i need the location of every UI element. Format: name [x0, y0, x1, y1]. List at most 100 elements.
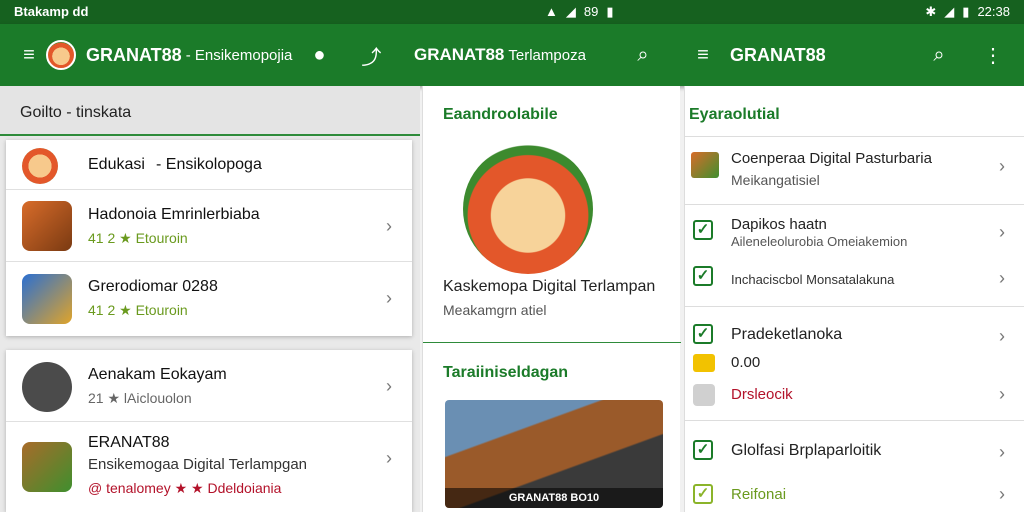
- status-left-text: Btakamp dd: [14, 4, 89, 19]
- list-item-title: ERANAT88: [88, 434, 170, 451]
- list-item-title: Reifonai: [731, 486, 787, 503]
- list-item-title: Coenperaa Digital Pasturbaria: [731, 150, 932, 167]
- panel-featured: Eaandroolabile Kaskemopa Digital Terlamp…: [422, 86, 681, 512]
- checkbox-checked-icon[interactable]: ✓: [693, 266, 713, 286]
- section-title: Eaandroolabile: [443, 106, 558, 123]
- list-item[interactable]: ✓ Dapikos haatn Aileneleolurobia Omeiake…: [685, 212, 1024, 252]
- panel-categories: Goilto - tinskata Edukasi - Ensikolopoga…: [0, 86, 420, 512]
- divider: [685, 136, 1024, 137]
- list-item[interactable]: ✓ Glolfasi Brplaparloitik ›: [685, 434, 1024, 470]
- status-mid-text: 89: [583, 4, 599, 19]
- app-bar-mid-search: ⌕: [630, 24, 656, 86]
- list-item[interactable]: Hadonoia Emrinlerbiaba 41 2 ★ Etouroin ›: [6, 190, 412, 262]
- clock: 22:38: [977, 4, 1010, 19]
- featured-subtitle: Meakamgrn atiel: [443, 302, 547, 318]
- list-item-subtitle: 41 2 ★ Etouroin: [88, 230, 188, 246]
- mascot-icon: [22, 148, 58, 184]
- divider: [685, 204, 1024, 205]
- list-item-value: 0.00: [731, 354, 761, 371]
- featured-image[interactable]: GRANAT88 BO10: [445, 400, 663, 508]
- avatar: [22, 362, 72, 412]
- chevron-right-icon: ›: [999, 222, 1005, 242]
- chevron-right-icon: ›: [999, 326, 1005, 346]
- list-item-subtitle: Ensikemogaa Digital Terlampgan: [88, 456, 308, 473]
- list-item[interactable]: Aenakam Eokayam 21 ★ lAiclouolon ›: [6, 350, 412, 422]
- chevron-right-icon: ›: [386, 216, 392, 236]
- list-item-title: Edukasi: [88, 156, 145, 173]
- list-item[interactable]: Edukasi - Ensikolopoga: [6, 140, 412, 190]
- list-item[interactable]: ERANAT88 Ensikemogaa Digital Terlampgan …: [6, 422, 412, 512]
- app-subtitle: - Ensikemopojia: [185, 46, 293, 64]
- wifi-icon: ◢: [944, 4, 955, 19]
- status-bar: Btakamp dd ▲ ◢ 89 ▮ ✱ ◢ ▮ 22:38: [0, 0, 1024, 24]
- panel-details: Eyaraolutial Coenperaa Digital Pasturbar…: [684, 86, 1024, 512]
- list-item-title: Dapikos haatn: [731, 216, 827, 233]
- app-bar-right: ≡ GRANAT88: [690, 24, 826, 86]
- section-title: Taraiiniseldagan: [443, 364, 569, 381]
- list-item-subtitle: Inchaciscbol Monsatalakuna: [731, 272, 895, 287]
- app-thumbnail: [22, 201, 72, 251]
- divider: [685, 306, 1024, 307]
- checkbox-checked-icon[interactable]: ✓: [693, 220, 713, 240]
- list-item[interactable]: ✓ Inchaciscbol Monsatalakuna ›: [685, 256, 1024, 296]
- chevron-right-icon: ›: [999, 268, 1005, 288]
- app-title: GRANAT88: [414, 45, 505, 64]
- list-item[interactable]: 0.00: [685, 350, 1024, 378]
- battery-icon: ▮: [962, 4, 970, 19]
- app-thumbnail: [691, 152, 719, 178]
- list-item[interactable]: Grerodiomar 0288 41 2 ★ Etouroin ›: [6, 262, 412, 336]
- list-item-title: Pradeketlanoka: [731, 326, 843, 343]
- section-title: Eyaraolutial: [689, 106, 780, 123]
- list-item-subtitle: Aileneleolurobia Omeiakemion: [731, 234, 908, 249]
- share-icon[interactable]: ⤴: [358, 42, 384, 69]
- settings-icon: [693, 384, 715, 406]
- list-item-title: Drsleocik: [731, 386, 793, 403]
- list-item[interactable]: ✓ Pradeketlanoka ›: [685, 318, 1024, 354]
- chevron-right-icon: ›: [386, 376, 392, 396]
- mascot-image: [463, 144, 593, 274]
- status-right: ✱ ◢ ▮ 22:38: [925, 4, 1010, 20]
- divider: [423, 342, 681, 343]
- menu-icon[interactable]: ≡: [16, 42, 42, 68]
- chevron-right-icon: ›: [386, 448, 392, 468]
- list-item-subtitle: 41 2 ★ Etouroin: [88, 302, 188, 318]
- checkbox-checked-icon[interactable]: ✓: [693, 484, 713, 504]
- battery-icon: ▮: [606, 4, 614, 19]
- list-item-title: Glolfasi Brplaparloitik: [731, 442, 882, 459]
- app-bar: ≡ GRANAT88 - Ensikemopojia ● ⤴ GRANAT88 …: [0, 24, 1024, 86]
- category-card: Aenakam Eokayam 21 ★ lAiclouolon › ERANA…: [6, 350, 412, 512]
- signal-icon: ▲: [545, 4, 558, 19]
- list-item[interactable]: Coenperaa Digital Pasturbaria Meikangati…: [685, 142, 1024, 202]
- search-icon[interactable]: ⌕: [630, 42, 656, 68]
- list-item[interactable]: Drsleocik ›: [685, 380, 1024, 410]
- overflow-menu-icon[interactable]: ⋮: [980, 42, 1006, 68]
- chevron-right-icon: ›: [386, 288, 392, 308]
- app-bar-right-actions: ⌕ ⋮: [926, 24, 1006, 86]
- app-bar-mid: GRANAT88 Terlampoza: [414, 24, 586, 86]
- app-subtitle: Terlampoza: [508, 46, 586, 64]
- app-title: GRANAT88: [730, 44, 826, 65]
- app-title: GRANAT88: [86, 44, 182, 65]
- list-item[interactable]: ✓ Reifonai ›: [685, 478, 1024, 512]
- search-icon[interactable]: ⌕: [926, 42, 952, 68]
- featured-title[interactable]: Kaskemopa Digital Terlampan: [443, 278, 655, 296]
- coin-icon: [693, 354, 715, 372]
- list-item-extra: @ tenalomey ★ ★ Ddeldoiania: [88, 480, 282, 496]
- list-item-title: Hadonoia Emrinlerbiaba: [88, 206, 260, 223]
- chevron-right-icon: ›: [999, 442, 1005, 462]
- section-header: Goilto - tinskata: [0, 86, 420, 136]
- chevron-right-icon: ›: [999, 484, 1005, 504]
- checkbox-checked-icon[interactable]: ✓: [693, 440, 713, 460]
- menu-icon[interactable]: ≡: [690, 42, 716, 68]
- list-item-title: Grerodiomar 0288: [88, 278, 218, 295]
- list-item-title: Aenakam Eokayam: [88, 366, 227, 383]
- checkbox-checked-icon[interactable]: ✓: [693, 324, 713, 344]
- list-item-subtitle: Meikangatisiel: [731, 172, 820, 188]
- wifi-icon: ◢: [565, 4, 576, 19]
- divider: [685, 420, 1024, 421]
- chevron-right-icon: ›: [999, 156, 1005, 176]
- chevron-right-icon: ›: [999, 384, 1005, 404]
- account-icon[interactable]: ●: [306, 42, 332, 68]
- list-item-subtitle: 21 ★ lAiclouolon: [88, 390, 192, 406]
- status-mid: ▲ ◢ 89 ▮: [545, 4, 614, 20]
